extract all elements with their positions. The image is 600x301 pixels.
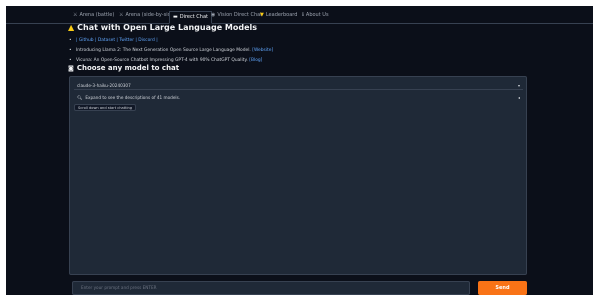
blog-link[interactable]: [Blog] [249,58,262,63]
announcement-list: | Github | Dataset | Twitter | Discord |… [68,36,273,66]
tab-label: Vision Direct Chat [217,12,263,18]
website-link[interactable]: [Website] [252,48,273,53]
chat-panel: claude-3-haiku-20240307 ▾ 🔍︎ Expand to se… [69,76,527,275]
send-button[interactable]: Send [478,281,527,295]
chatbot-label-text: Scroll down and start chatting [78,106,133,110]
choose-model-text: Choose any model to chat [76,64,180,72]
chevron-down-icon: ▾ [517,83,520,88]
robot-icon: ◙ [68,65,74,72]
links-row: | Github | Dataset | Twitter | Discord | [68,36,273,46]
tab-label: Direct Chat [179,14,208,20]
mountain-icon: ▲ [68,23,75,32]
prompt-input[interactable]: Enter your prompt and press ENTER [72,281,470,295]
page-title-text: Chat with Open Large Language Models [77,23,258,32]
tab-arena-battle[interactable]: ⚔ Arena (battle) [70,10,117,21]
tab-label: Leaderboard [265,12,298,18]
prompt-input-placeholder: Enter your prompt and press ENTER [81,285,157,290]
chatbot-area[interactable] [74,113,523,272]
choose-model-heading: ◙ Choose any model to chat [68,64,179,72]
crossed-swords-icon: ⚔ [73,12,78,18]
resource-links[interactable]: | Github | Dataset | Twitter | Discord | [76,38,158,43]
screen: ⚔ Arena (battle) ⚔ Arena (side-by-side) ▬ D… [0,0,600,301]
page-title: ▲ Chat with Open Large Language Models [68,23,257,32]
tab-label: Arena (battle) [79,12,115,18]
caret-left-icon: ◂ [517,95,520,100]
announcement-item: Introducing Llama 2: The Next Generation… [68,46,273,56]
tab-leaderboard[interactable]: ▼ Leaderboard [257,10,300,21]
tab-label: About Us [305,12,329,18]
info-icon: ℹ [302,12,304,18]
model-dropdown-value: claude-3-haiku-20240307 [77,83,131,88]
magnifier-icon: 🔍︎ [77,95,83,100]
tab-about-us[interactable]: ℹ About Us [299,10,332,21]
announcement-text: Introducing Llama 2: The Next Generation… [76,48,251,53]
trophy-icon: ▼ [260,12,264,18]
model-descriptions-accordion[interactable]: 🔍︎ Expand to see the descriptions of 41 m… [74,93,523,102]
eye-icon: ◉ [211,12,216,18]
crossed-swords-icon: ⚔ [119,12,124,18]
chatbot-label: Scroll down and start chatting [74,104,137,111]
announcement-text: Vicuna: An Open-Source Chatbot Impressin… [76,58,248,63]
tab-bar: ⚔ Arena (battle) ⚔ Arena (side-by-side) ▬ D… [6,6,593,24]
speech-bubble-icon: ▬ [173,14,178,20]
send-button-label: Send [495,285,510,291]
accordion-label: Expand to see the descriptions of 41 mod… [85,95,181,100]
model-dropdown[interactable]: claude-3-haiku-20240307 ▾ [74,81,523,90]
